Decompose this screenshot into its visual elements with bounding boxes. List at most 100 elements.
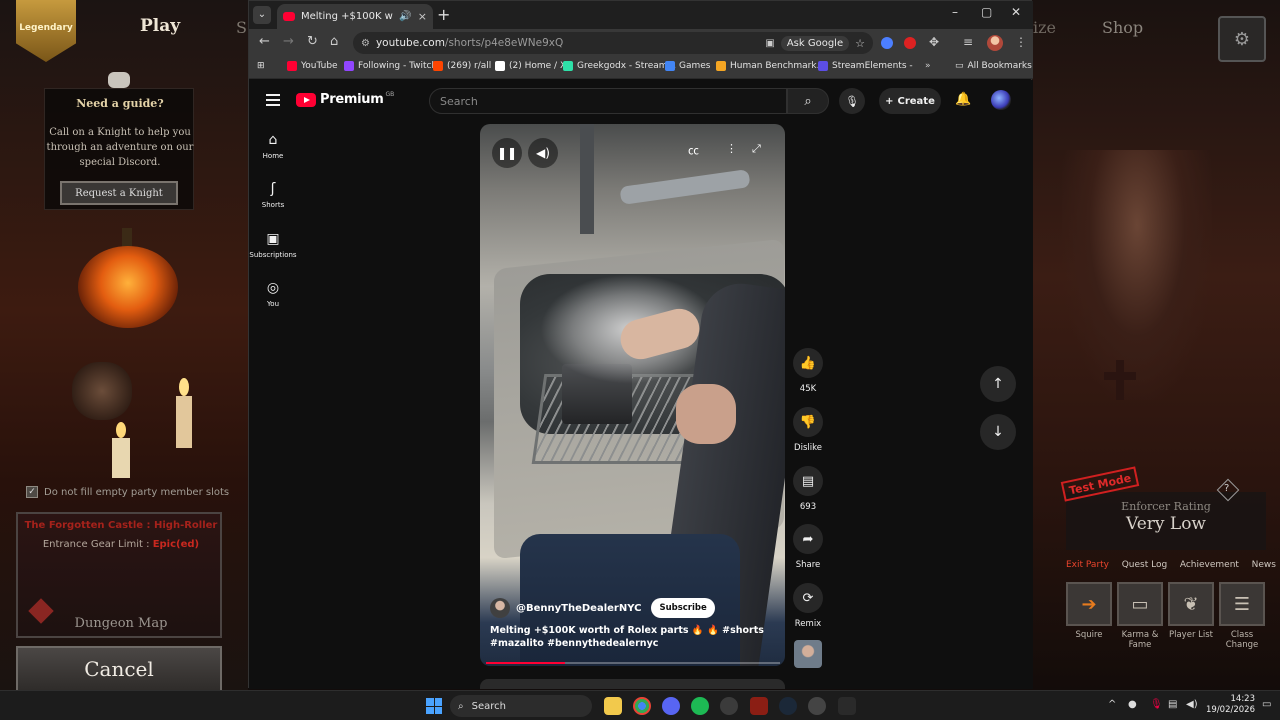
- game-app-icon[interactable]: [750, 697, 768, 715]
- comment-action[interactable]: ▤ 693: [793, 466, 823, 512]
- tab-close-icon[interactable]: ×: [418, 10, 427, 23]
- apps-grid-icon[interactable]: ⊞: [257, 61, 265, 71]
- video-caption[interactable]: Melting +$100K worth of Rolex parts 🔥 🔥 …: [490, 624, 770, 650]
- video-progress-bar[interactable]: [486, 662, 780, 664]
- browser-tab[interactable]: Melting +$100K worth of R 🔊 ×: [277, 4, 433, 29]
- search-button[interactable]: ⌕: [787, 88, 829, 114]
- new-tab-button[interactable]: +: [437, 5, 450, 24]
- squire-button[interactable]: ➔: [1066, 582, 1112, 626]
- close-window-button[interactable]: ✕: [1011, 5, 1021, 19]
- dungeon-panel[interactable]: The Forgotten Castle : High-Roller Entra…: [16, 512, 222, 638]
- profile-avatar[interactable]: [987, 35, 1003, 51]
- file-explorer-icon[interactable]: [604, 697, 622, 715]
- sidebar-item-shorts[interactable]: ʃ Shorts: [249, 181, 297, 209]
- sidebar-item-you[interactable]: ◎ You: [249, 280, 297, 308]
- remix-action[interactable]: ⟳ Remix: [793, 583, 823, 629]
- like-action[interactable]: 👍 45K: [793, 348, 823, 394]
- extension-icon[interactable]: [881, 37, 893, 49]
- steam-icon[interactable]: [779, 697, 797, 715]
- bookmark-item[interactable]: Human Benchmark...: [716, 61, 825, 71]
- next-short-preview[interactable]: [480, 679, 785, 689]
- address-bar[interactable]: ⚙ youtube.com/shorts/p4e8eWNe9xQ ▣ Ask G…: [353, 32, 873, 54]
- sidebar-item-subscriptions[interactable]: ▣ Subscriptions: [249, 231, 297, 259]
- remix-icon[interactable]: ⟳: [793, 583, 823, 613]
- bookmark-item[interactable]: YouTube: [287, 61, 338, 71]
- previous-short-button[interactable]: ↑: [980, 366, 1016, 402]
- back-icon[interactable]: ←: [259, 34, 270, 49]
- chrome-icon[interactable]: [633, 697, 651, 715]
- dungeon-map-button[interactable]: Dungeon Map: [18, 616, 224, 631]
- subscribe-button[interactable]: Subscribe: [651, 598, 715, 618]
- app-icon[interactable]: [720, 697, 738, 715]
- like-icon[interactable]: 👍: [793, 348, 823, 378]
- volume-icon[interactable]: ◀): [1186, 699, 1198, 710]
- site-info-icon[interactable]: ⚙: [361, 38, 370, 49]
- taskbar-search[interactable]: ⌕ Search: [450, 695, 592, 717]
- bookmark-item[interactable]: Following - Twitch: [344, 61, 437, 71]
- shop-nav[interactable]: Shop: [1102, 18, 1143, 37]
- search-input[interactable]: Search: [429, 88, 787, 114]
- ask-google-button[interactable]: Ask Google: [780, 35, 850, 51]
- minimize-button[interactable]: –: [952, 5, 958, 19]
- account-avatar[interactable]: [991, 90, 1011, 110]
- next-short-button[interactable]: ↓: [980, 414, 1016, 450]
- bookmark-item[interactable]: (269) r/all: [433, 61, 491, 71]
- windows-start-icon[interactable]: [426, 698, 442, 714]
- create-button[interactable]: + Create: [879, 88, 941, 114]
- bookmark-item[interactable]: StreamElements -: [818, 61, 913, 71]
- youtube-logo[interactable]: Premium GB: [296, 91, 394, 107]
- bookmark-item[interactable]: (2) Home / X: [495, 61, 566, 71]
- notifications-bell-icon[interactable]: 🔔: [955, 92, 971, 107]
- network-icon[interactable]: ▤: [1168, 699, 1177, 710]
- tray-overflow-icon[interactable]: ^: [1108, 699, 1116, 710]
- more-options-icon[interactable]: ⋮: [726, 142, 737, 155]
- volume-button[interactable]: ◀): [528, 138, 558, 168]
- cancel-button[interactable]: Cancel: [16, 646, 222, 692]
- app-icon[interactable]: [808, 697, 826, 715]
- sidebar-item-home[interactable]: ⌂ Home: [249, 132, 297, 160]
- request-knight-button[interactable]: Request a Knight: [60, 181, 178, 205]
- voice-search-button[interactable]: 🎙: [839, 88, 865, 114]
- settings-corner-button[interactable]: ⚙: [1218, 16, 1266, 62]
- karma-fame-button[interactable]: ▭: [1117, 582, 1163, 626]
- forward-icon[interactable]: →: [283, 34, 294, 49]
- tray-app-icon[interactable]: ●: [1128, 699, 1137, 710]
- captions-icon[interactable]: ㏄: [688, 142, 699, 158]
- browser-menu-icon[interactable]: ⋮: [1015, 35, 1027, 49]
- discord-icon[interactable]: [662, 697, 680, 715]
- dislike-icon[interactable]: 👎: [793, 407, 823, 437]
- player-list-button[interactable]: ❦: [1168, 582, 1214, 626]
- star-icon[interactable]: ☆: [855, 37, 865, 50]
- extensions-puzzle-icon[interactable]: ✥: [929, 35, 939, 49]
- reload-icon[interactable]: ↻: [307, 34, 318, 49]
- tab-quest-log[interactable]: Quest Log: [1122, 560, 1167, 570]
- taskbar-clock[interactable]: 14:23 19/02/2026: [1206, 694, 1255, 716]
- comment-icon[interactable]: ▤: [793, 466, 823, 496]
- mic-muted-icon[interactable]: 🎙: [1150, 699, 1163, 710]
- dislike-action[interactable]: 👎 Dislike: [793, 407, 823, 453]
- shorts-video-player[interactable]: ❚❚ ◀) ㏄ ⋮ ⤢ @BennyTheDealerNYC Subscribe…: [480, 124, 785, 666]
- tab-achievement[interactable]: Achievement: [1180, 560, 1239, 570]
- share-icon[interactable]: ➦: [793, 524, 823, 554]
- maximize-button[interactable]: ▢: [981, 5, 992, 19]
- notifications-icon[interactable]: ▭: [1262, 699, 1271, 710]
- bookmark-item[interactable]: Greekgodx - Stream...: [563, 61, 676, 71]
- channel-avatar[interactable]: [490, 598, 510, 618]
- help-icon[interactable]: ?: [1224, 483, 1229, 494]
- sound-remix-thumbnail[interactable]: [794, 640, 822, 668]
- home-icon[interactable]: ⌂: [330, 34, 338, 49]
- menu-icon[interactable]: [266, 94, 280, 109]
- install-icon[interactable]: ▣: [765, 38, 774, 49]
- tab-search-button[interactable]: ⌄: [253, 6, 271, 24]
- app-icon[interactable]: [838, 697, 856, 715]
- fullscreen-icon[interactable]: ⤢: [752, 142, 761, 156]
- speaker-icon[interactable]: 🔊: [399, 11, 411, 22]
- play-nav[interactable]: Play: [140, 16, 180, 36]
- all-bookmarks[interactable]: ▭ All Bookmarks: [955, 61, 1032, 71]
- spotify-icon[interactable]: [691, 697, 709, 715]
- tab-news[interactable]: News: [1252, 560, 1276, 570]
- bookmark-item[interactable]: Games: [665, 61, 710, 71]
- bookmarks-overflow-icon[interactable]: »: [925, 61, 931, 71]
- tab-exit-party[interactable]: Exit Party: [1066, 560, 1109, 570]
- class-change-button[interactable]: ☰: [1219, 582, 1265, 626]
